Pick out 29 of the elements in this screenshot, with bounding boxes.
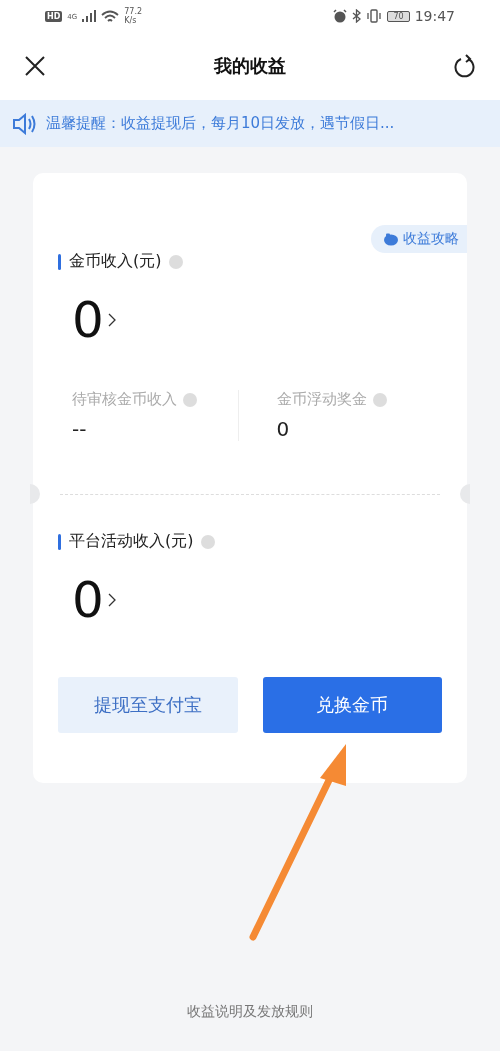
speed-value: 77.2 [124, 7, 143, 16]
exchange-button[interactable]: 兑换金币 [262, 677, 442, 733]
withdraw-button[interactable]: 提现至支付宝 [58, 677, 238, 733]
page-title: 我的收益 [214, 54, 286, 78]
rules-link[interactable]: 收益说明及发放规则 [187, 1003, 313, 1019]
section-title: 平台活动收入(元) [69, 531, 194, 552]
close-icon[interactable] [24, 55, 46, 77]
speed-unit: K/s [124, 16, 138, 25]
alarm-icon [333, 9, 348, 23]
amount-value: 0 [72, 291, 104, 349]
signal-icon [82, 10, 97, 22]
vibrate-icon [366, 9, 383, 23]
chevron-icon[interactable] [107, 313, 116, 327]
stat-label: 金币浮动奖金 [276, 390, 367, 409]
hd-icon: HD [45, 10, 63, 22]
battery-icon: 70 [387, 10, 410, 22]
section-title: 金币收入(元) [69, 251, 162, 272]
wifi-icon [101, 9, 120, 23]
amount-value: 0 [72, 571, 104, 629]
chevron-icon[interactable] [107, 593, 116, 607]
speaker-icon [12, 112, 38, 135]
bluetooth-icon [352, 9, 362, 23]
guide-button[interactable]: 收益攻略 [371, 225, 467, 253]
stat-value: -- [72, 417, 88, 441]
stat-value: 0 [276, 417, 291, 441]
clock-time: 19:47 [414, 8, 455, 24]
notice-text: 温馨提醒：收益提现后，每月10日发放，遇节假日... [46, 114, 395, 133]
stat-label: 待审核金币收入 [72, 390, 177, 409]
refresh-icon[interactable] [454, 54, 476, 78]
